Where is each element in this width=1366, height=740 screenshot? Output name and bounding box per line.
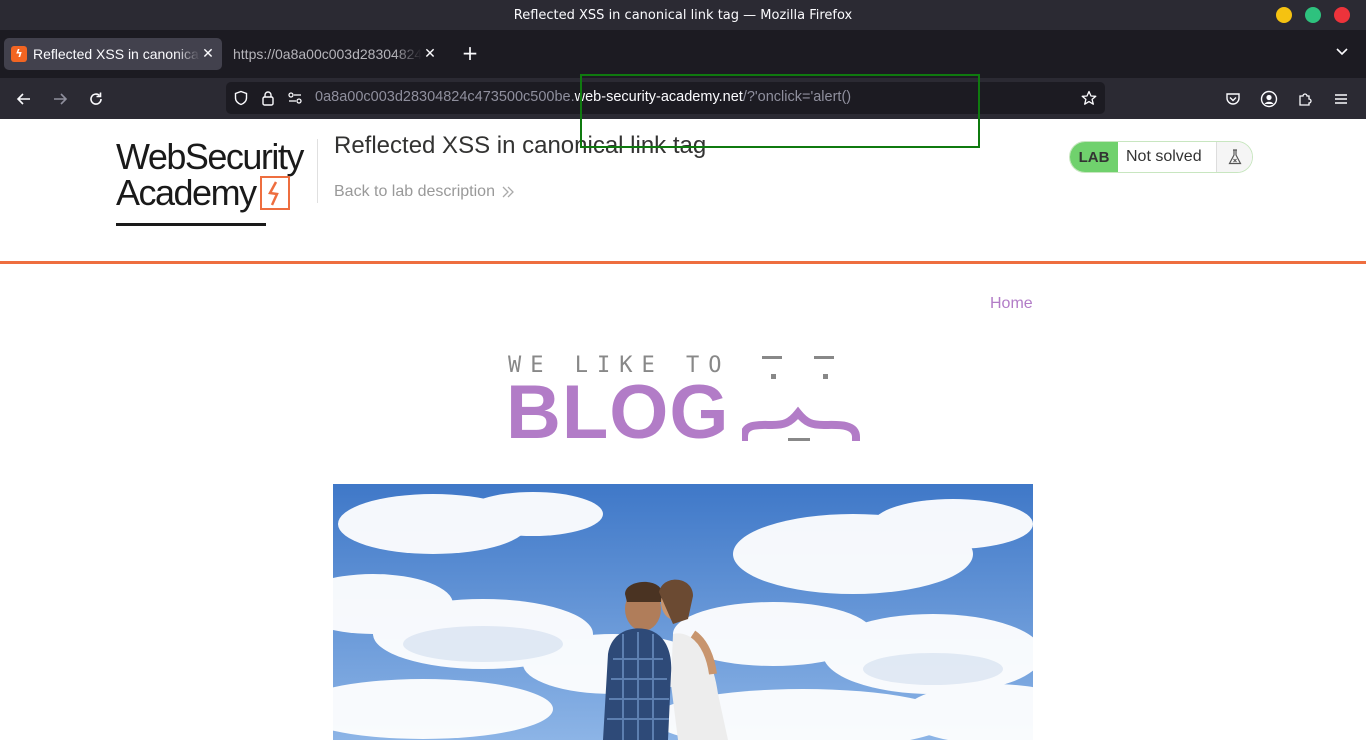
forward-arrow-icon [54,93,68,105]
tab-close-icon[interactable]: ✕ [200,46,216,62]
back-arrow-icon [16,93,30,105]
logo-line1: WebSecurity [116,136,304,177]
tab-close-icon[interactable]: ✕ [422,46,438,62]
back-button[interactable] [9,84,39,114]
logo-line2: Academy [116,172,257,213]
minimize-button[interactable] [1276,7,1292,23]
page-viewport: WebSecurity Academy Reflected XSS in can… [0,119,1366,740]
extensions-puzzle-icon[interactable] [1290,84,1320,114]
url-domain: web-security-academy.net [574,89,743,105]
window-title: Reflected XSS in canonical link tag — Mo… [513,7,853,23]
permissions-icon[interactable] [287,90,303,106]
lab-badge: LAB [1070,142,1118,172]
curly-face-icon [742,356,861,442]
lock-icon[interactable] [260,90,276,106]
double-chevron-right-icon [502,186,514,198]
back-link-label: Back to lab description [334,183,495,200]
flask-icon [1216,142,1252,172]
url-path: /?'onclick='alert() [742,89,852,105]
couple-sky-photo-icon [333,484,1033,740]
logo-line2-row: Academy [116,175,316,211]
blog-hero-image[interactable] [333,484,1033,740]
academy-header: WebSecurity Academy Reflected XSS in can… [0,119,1366,264]
tab-active[interactable]: ϟ Reflected XSS in canonical link tag ✕ [4,38,222,70]
maximize-button[interactable] [1305,7,1321,23]
portswigger-favicon-icon: ϟ [11,46,27,62]
lab-state: Not solved [1126,148,1202,165]
url-text[interactable]: 0a8a00c003d28304824c473500c500be.web-sec… [315,89,851,105]
header-divider [317,139,318,203]
lab-title: Reflected XSS in canonical link tag [334,132,707,159]
tab-list-chevron-icon[interactable] [1330,42,1354,66]
reload-button[interactable] [81,84,111,114]
hamburger-menu-icon[interactable] [1326,84,1356,114]
reload-icon [90,92,102,105]
back-to-lab-description-link[interactable]: Back to lab description [334,183,515,201]
close-window-button[interactable] [1334,7,1350,23]
window-titlebar: Reflected XSS in canonical link tag — Mo… [0,0,1366,30]
banner-big-text: BLOG [506,370,730,455]
forward-button[interactable] [45,84,75,114]
account-icon[interactable] [1254,84,1284,114]
shield-icon[interactable] [233,90,249,106]
tab-bar: ϟ Reflected XSS in canonical link tag ✕ … [0,30,1366,78]
web-security-academy-logo[interactable]: WebSecurity Academy [116,139,316,231]
tab-inactive[interactable]: https://0a8a00c003d28304824c473500c500be… [226,38,444,70]
logo-underline [116,223,266,226]
new-tab-button[interactable]: + [456,40,484,68]
academy-bolt-icon [259,176,290,210]
window-controls [1276,7,1350,23]
url-subdomain: 0a8a00c003d28304824c473500c500be. [315,89,575,105]
toolbar-right-icons [1218,84,1356,114]
blog-banner: WE LIKE TO BLOG [506,351,862,451]
tab-label: Reflected XSS in canonical link tag [33,46,200,62]
bookmark-star-icon[interactable] [1079,88,1099,108]
pocket-icon[interactable] [1218,84,1248,114]
lab-status-widget: LAB Not solved [1069,141,1253,173]
home-link[interactable]: Home [990,295,1033,313]
url-bar[interactable]: 0a8a00c003d28304824c473500c500be.web-sec… [226,82,1105,114]
tab-label: https://0a8a00c003d28304824c473500c500be… [233,46,422,62]
navigation-toolbar: 0a8a00c003d28304824c473500c500be.web-sec… [0,78,1366,119]
